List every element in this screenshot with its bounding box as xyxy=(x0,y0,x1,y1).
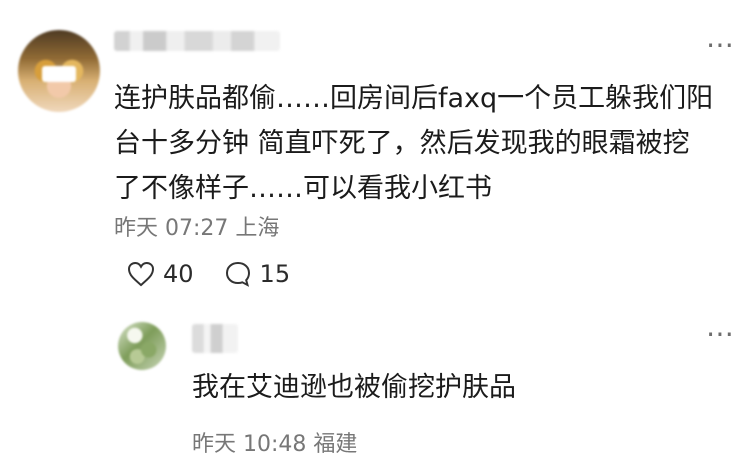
reply-more-button[interactable]: ⋯ xyxy=(706,320,735,348)
comment-more-button[interactable]: ⋯ xyxy=(706,31,735,59)
comment-bubble-icon xyxy=(224,260,260,288)
comment-avatar[interactable] xyxy=(18,30,100,112)
reply-count: 15 xyxy=(259,260,291,288)
reply-username-blurred xyxy=(192,324,238,353)
reply-avatar[interactable] xyxy=(118,322,166,370)
comment-meta: 昨天 07:27 上海 xyxy=(114,216,280,241)
reply-meta: 昨天 10:48 福建 xyxy=(192,432,358,457)
comment-text: 连护肤品都偷……回房间后faxq一个员工躲我们阳 台十多分钟 简直吓死了，然后发… xyxy=(114,83,714,204)
comment-username-blurred xyxy=(114,31,280,51)
heart-icon xyxy=(127,261,163,287)
like-count: 40 xyxy=(163,260,194,288)
reply-text: 我在艾迪逊也被偷挖护肤品 xyxy=(192,372,516,403)
reply-button[interactable]: 15 xyxy=(224,260,291,288)
comment-actions: 40 15 xyxy=(127,258,320,290)
like-button[interactable]: 40 xyxy=(127,260,194,288)
